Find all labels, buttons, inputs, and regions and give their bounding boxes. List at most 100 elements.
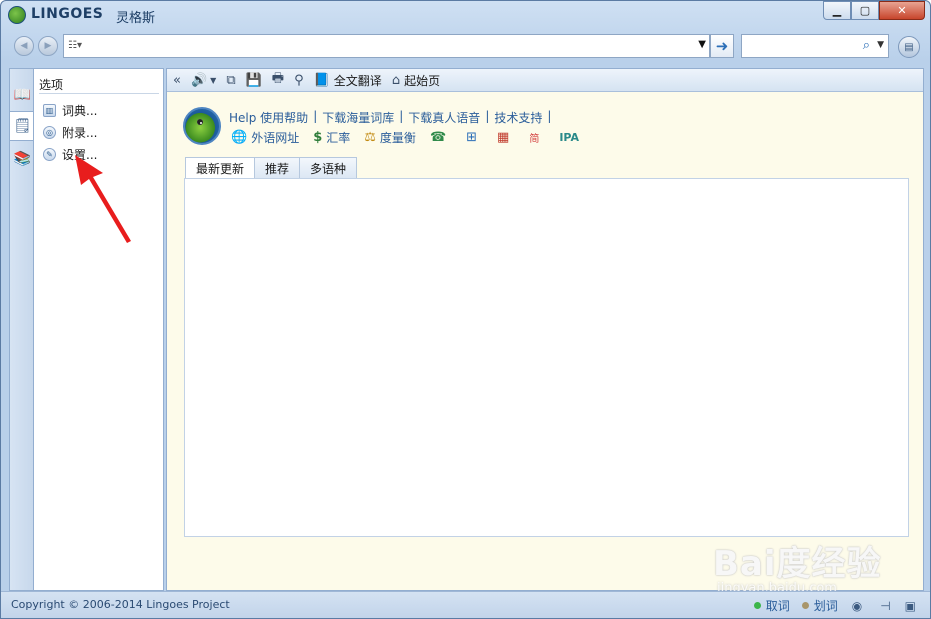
- tab-content: [184, 178, 909, 537]
- tab-recommended[interactable]: 推荐: [254, 157, 301, 178]
- dictionary-icon: ▥: [43, 104, 56, 117]
- collapse-button[interactable]: «: [173, 73, 181, 88]
- options-tab-icon[interactable]: 🗒: [9, 111, 35, 141]
- list-icon[interactable]: ☷▾: [68, 40, 86, 52]
- exchange-rate-link[interactable]: $ 汇率: [313, 129, 350, 146]
- maximize-icon: ▢: [859, 4, 871, 17]
- chevron-down-icon[interactable]: ▼: [698, 39, 706, 50]
- back-button[interactable]: ◀: [14, 36, 34, 56]
- app-name: LINGOES: [31, 6, 104, 22]
- select-word-toggle[interactable]: 划词: [801, 597, 838, 614]
- home-icon: ⌂: [391, 72, 401, 88]
- settings-icon: ✎: [43, 148, 56, 161]
- status-dot-icon: [753, 602, 761, 609]
- select-word-label: 划词: [813, 599, 838, 613]
- maximize-button[interactable]: ▢: [851, 1, 879, 20]
- lookup-input[interactable]: ☷▾ ▼: [63, 34, 710, 58]
- glossary-icon[interactable]: 📚: [13, 149, 32, 168]
- link-download-dictionaries[interactable]: 下载海量词库: [322, 109, 394, 126]
- menu-icon: ▤: [904, 41, 914, 53]
- divider: |: [399, 109, 404, 123]
- chevron-down-icon[interactable]: ▼: [877, 40, 884, 50]
- measures-link[interactable]: ⚖ 度量衡: [364, 129, 416, 146]
- find-button[interactable]: ⚲: [294, 73, 304, 88]
- help-links: Help 使用帮助 | 下载海量词库 | 下载真人语音 | 技术支持 |: [229, 109, 556, 126]
- print-icon: 🖶: [271, 71, 285, 86]
- capture-word-toggle[interactable]: 取词: [753, 597, 790, 614]
- speaker-icon: 🔊: [190, 72, 208, 88]
- divider: |: [547, 109, 552, 123]
- calculator-icon: ⊞: [466, 130, 478, 145]
- save-icon: 💾: [245, 72, 262, 88]
- chevron-down-icon: ▼: [210, 75, 217, 85]
- phone-link[interactable]: ☎: [430, 130, 450, 145]
- search-icon[interactable]: ⌕: [863, 38, 870, 53]
- minimize-icon: ▁: [832, 4, 842, 17]
- foreign-sites-link[interactable]: 🌐 外语网址: [231, 129, 299, 146]
- watermark-brand: Bai度经验: [713, 544, 882, 584]
- divider: [39, 93, 159, 94]
- tools-row: 🌐 外语网址 $ 汇率 ⚖ 度量衡 ☎ ⊞ ▦ 简 IPA: [231, 129, 593, 146]
- link-support[interactable]: 技术支持: [494, 109, 542, 126]
- options-title: 选项: [39, 78, 64, 92]
- parrot-logo: [183, 107, 221, 145]
- foreign-sites-label: 外语网址: [251, 131, 300, 145]
- calendar-link[interactable]: ▦: [497, 130, 513, 145]
- full-translate-label: 全文翻译: [333, 73, 382, 88]
- book-translate-icon: 📘: [313, 72, 330, 88]
- option-appendix[interactable]: ◎ 附录...: [43, 124, 97, 141]
- app-window: LINGOES 灵格斯 ▁ ▢ ✕ ◀ ▶ ☷▾ ▼ ➜ ⌕ ▼ ▤ 📖 🗒 📚…: [0, 0, 931, 619]
- title-bar: LINGOES 灵格斯 ▁ ▢ ✕: [1, 1, 930, 29]
- options-panel: 选项 ▥ 词典... ◎ 附录... ✎ 设置...: [33, 68, 164, 591]
- dictionary-book-icon[interactable]: 📖: [13, 85, 32, 104]
- option-appendix-label: 附录...: [62, 126, 98, 140]
- toolbar: « 🔊 ▼ ⧉ 💾 🖶 ⚲ 📘 全文翻译 ⌂ 起始页: [167, 69, 923, 92]
- calendar-icon: ▦: [497, 130, 510, 145]
- option-dictionary-label: 词典...: [62, 104, 98, 118]
- back-icon: ◀: [20, 41, 28, 51]
- side-rail: 📖 🗒 📚: [9, 68, 35, 591]
- tab-bar: 最新更新 推荐 多语种: [185, 157, 358, 179]
- phone-icon: ☎: [429, 130, 447, 145]
- start-page: « 🔊 ▼ ⧉ 💾 🖶 ⚲ 📘 全文翻译 ⌂ 起始页 Help 使用帮助 | 下载海量…: [166, 68, 924, 591]
- appendix-icon: ◎: [43, 126, 56, 139]
- calculator-link[interactable]: ⊞: [466, 130, 481, 145]
- home-button[interactable]: ⌂ 起始页: [392, 72, 440, 89]
- go-button[interactable]: ➜: [710, 34, 734, 58]
- save-button[interactable]: 💾: [246, 73, 262, 88]
- capture-word-label: 取词: [765, 599, 790, 613]
- ipa-label: IPA: [559, 131, 580, 144]
- binoculars-icon: ⚲: [294, 72, 304, 88]
- scale-icon: ⚖: [364, 130, 376, 145]
- main-menu-button[interactable]: ▤: [898, 36, 920, 58]
- link-download-voices[interactable]: 下载真人语音: [408, 109, 480, 126]
- app-name-cn: 灵格斯: [116, 11, 156, 26]
- double-chevron-left-icon: «: [173, 72, 181, 88]
- exchange-rate-label: 汇率: [326, 131, 351, 145]
- link-help[interactable]: Help 使用帮助: [229, 109, 308, 126]
- ipa-link[interactable]: IPA: [559, 131, 579, 144]
- print-button[interactable]: 🖶: [272, 69, 284, 91]
- web-search-input[interactable]: ⌕ ▼: [741, 34, 889, 58]
- pin-icon[interactable]: ⊣: [880, 599, 890, 613]
- speak-button[interactable]: 🔊 ▼: [191, 73, 216, 88]
- measures-label: 度量衡: [379, 131, 416, 145]
- divider: |: [485, 109, 490, 123]
- chinese-convert-link[interactable]: 简: [529, 130, 543, 145]
- copy-button[interactable]: ⧉: [226, 73, 235, 88]
- tab-latest-updates[interactable]: 最新更新: [185, 157, 256, 179]
- full-translate-button[interactable]: 📘 全文翻译: [314, 72, 382, 89]
- close-button[interactable]: ✕: [879, 1, 925, 20]
- forward-button[interactable]: ▶: [38, 36, 58, 56]
- arrow-right-icon: ➜: [715, 37, 729, 55]
- globe-icon: 🌐: [231, 130, 248, 145]
- window-mode-icon[interactable]: ▣: [905, 599, 916, 613]
- forward-icon: ▶: [44, 41, 52, 51]
- divider: |: [313, 109, 318, 123]
- copyright: Copyright © 2006-2014 Lingoes Project: [11, 598, 230, 611]
- annotation-arrow: [75, 155, 131, 243]
- option-dictionary[interactable]: ▥ 词典...: [43, 102, 97, 119]
- circle-icon[interactable]: ◉: [852, 599, 862, 613]
- tab-multilingual[interactable]: 多语种: [299, 157, 358, 178]
- minimize-button[interactable]: ▁: [823, 1, 851, 20]
